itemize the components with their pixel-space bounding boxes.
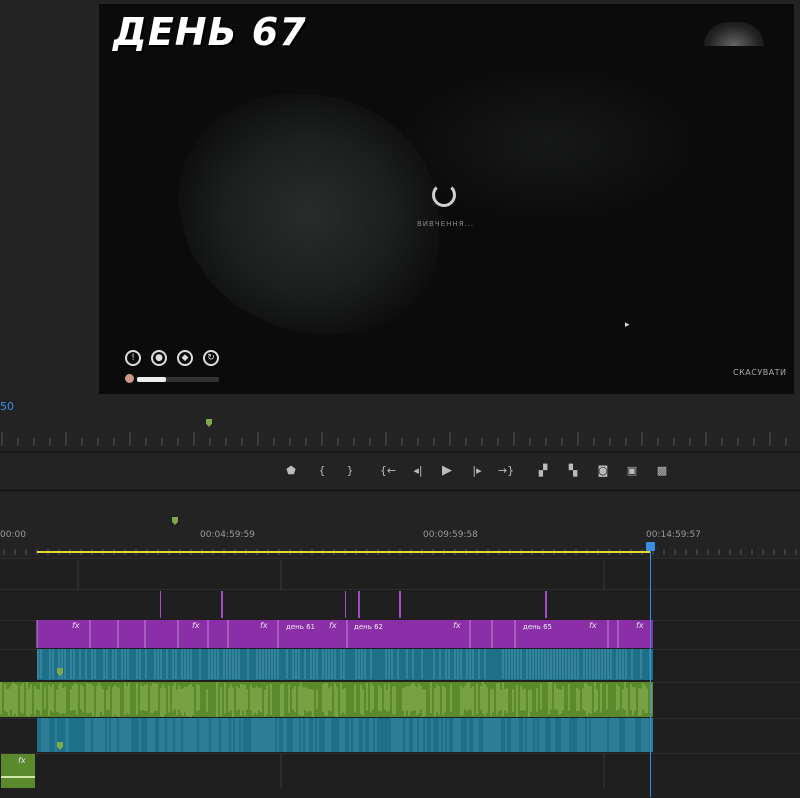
health-bar-fill	[137, 377, 166, 382]
fx-badge: fx	[260, 621, 268, 630]
audio-clip	[37, 718, 653, 752]
drop-icon: ◆	[177, 350, 193, 366]
eye-icon: ●	[151, 350, 167, 366]
insert-icon[interactable]: ▞	[534, 462, 552, 480]
playhead-handle[interactable]	[646, 542, 655, 551]
thin-clip	[221, 591, 223, 618]
add-marker-button[interactable]: ⬟	[282, 462, 300, 480]
compare-icon[interactable]: ▣	[623, 462, 641, 480]
clip-label: день 62	[354, 623, 383, 631]
clip-label: день 65	[523, 623, 552, 631]
monitor-marker[interactable]	[206, 419, 212, 427]
timeline-marker[interactable]	[172, 517, 178, 525]
go-to-out-button[interactable]: →}	[497, 462, 515, 480]
divider	[0, 489, 800, 492]
video-clip	[37, 620, 653, 648]
play-button[interactable]: ▶	[438, 462, 456, 480]
video-clip	[37, 649, 653, 680]
cancel-button[interactable]: СКАСУВАТИ	[733, 368, 787, 377]
thin-clip	[160, 591, 161, 618]
timecode-label: 00:00	[0, 530, 26, 540]
loading-label: ВИВЧЕННЯ...	[417, 220, 475, 228]
timeline-clips[interactable]	[0, 555, 800, 797]
clip-label: день 61	[286, 623, 315, 631]
fx-badge: fx	[329, 621, 337, 630]
timecode-label: 00:09:59:58	[423, 530, 478, 540]
mark-in-button[interactable]: {	[313, 462, 331, 480]
timecode-label: 00:14:59:57	[646, 530, 701, 540]
heart-icon	[125, 374, 134, 383]
fx-badge: fx	[18, 756, 26, 765]
fx-badge: fx	[192, 621, 200, 630]
step-back-button[interactable]: ◂|	[409, 462, 427, 480]
overwrite-icon[interactable]: ▚	[564, 462, 582, 480]
divider	[0, 451, 800, 453]
fx-badge: fx	[589, 621, 597, 630]
moon-icon	[704, 22, 764, 46]
cursor-icon: ▸	[625, 320, 630, 330]
playhead-line[interactable]	[650, 544, 651, 797]
step-forward-button[interactable]: |▸	[468, 462, 486, 480]
multicam-icon[interactable]: ▩	[653, 462, 671, 480]
monitor-timecode[interactable]: 50	[0, 400, 14, 413]
thin-clip	[345, 591, 346, 618]
thin-clip	[399, 591, 401, 618]
fx-badge: fx	[72, 621, 80, 630]
stomach-icon: ↻	[203, 350, 219, 366]
fx-badge: fx	[636, 621, 644, 630]
mark-out-button[interactable]: }	[341, 462, 359, 480]
work-area-bar[interactable]	[37, 551, 651, 553]
loading-spinner-icon	[432, 183, 456, 207]
day-title: ДЕНЬ 67	[113, 10, 307, 54]
program-monitor-preview: ДЕНЬ 67 ВИВЧЕННЯ... ▸ ! ● ◆ ↻ СКАСУВАТИ	[99, 4, 794, 394]
monitor-time-ruler[interactable]	[0, 430, 800, 446]
camera-icon[interactable]: ◙	[594, 462, 612, 480]
fx-badge: fx	[453, 621, 461, 630]
timecode-label: 00:04:59:59	[200, 530, 255, 540]
thermometer-icon: !	[125, 350, 141, 366]
thin-clip	[358, 591, 360, 618]
thin-clip	[545, 591, 547, 618]
go-to-in-button[interactable]: {←	[379, 462, 397, 480]
